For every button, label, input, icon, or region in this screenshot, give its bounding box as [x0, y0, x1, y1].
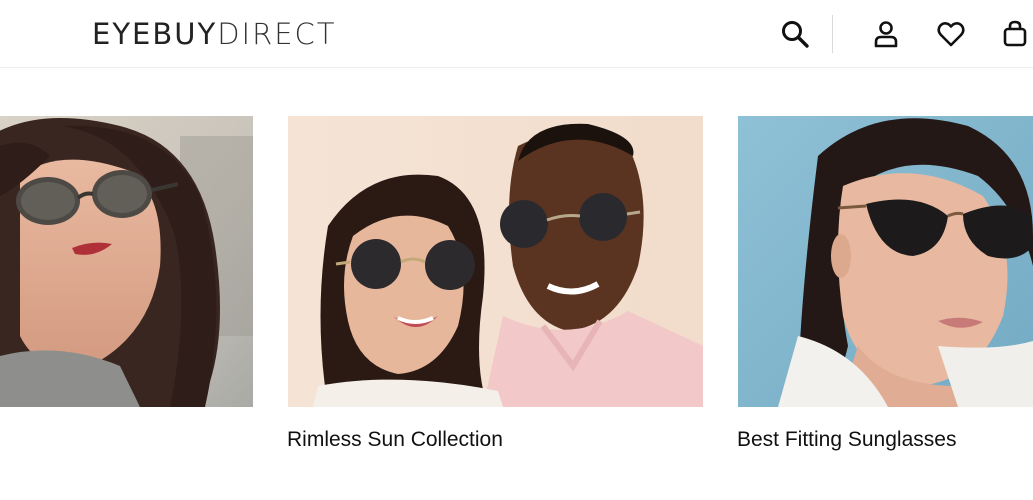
- header-divider: [832, 15, 833, 53]
- brand-logo[interactable]: EYEBUYDIRECT: [92, 16, 337, 52]
- product-card-image-3[interactable]: [738, 116, 1033, 407]
- heart-icon[interactable]: [934, 17, 968, 51]
- product-card-title-2[interactable]: Rimless Sun Collection: [287, 425, 503, 455]
- site-header: EYEBUYDIRECT: [0, 0, 1033, 68]
- logo-eyebuy: EYEBUY: [92, 17, 218, 51]
- product-card-image-1[interactable]: [0, 116, 253, 407]
- product-card-image-2[interactable]: [288, 116, 703, 407]
- product-card-title-3[interactable]: Best Fitting Sunglasses: [737, 425, 956, 455]
- bag-icon[interactable]: [998, 17, 1032, 51]
- logo-direct: DIRECT: [217, 17, 337, 51]
- search-icon[interactable]: [778, 17, 812, 51]
- account-icon[interactable]: [869, 17, 903, 51]
